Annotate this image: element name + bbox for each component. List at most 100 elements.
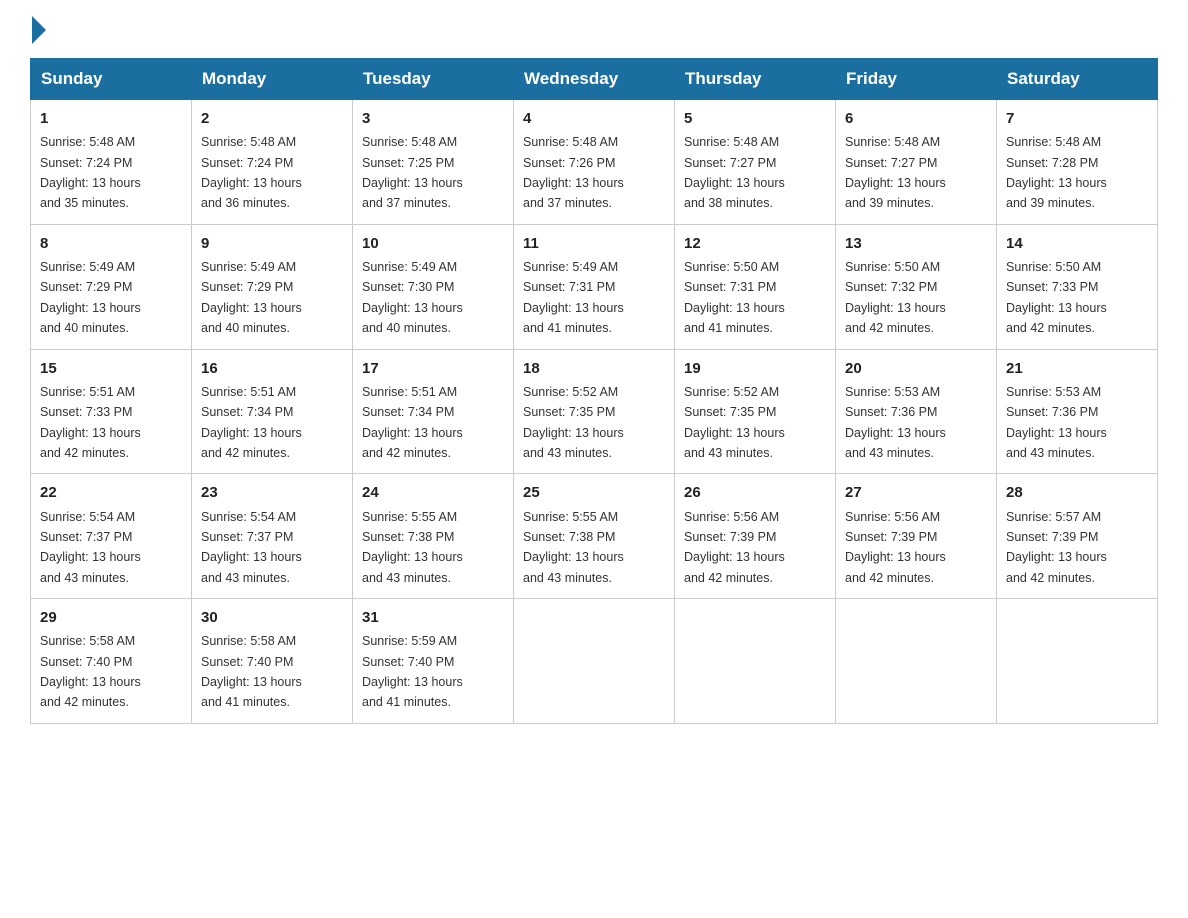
day-number: 31	[362, 606, 504, 629]
day-info: Sunrise: 5:50 AMSunset: 7:33 PMDaylight:…	[1006, 260, 1107, 335]
calendar-table: SundayMondayTuesdayWednesdayThursdayFrid…	[30, 58, 1158, 724]
day-info: Sunrise: 5:50 AMSunset: 7:31 PMDaylight:…	[684, 260, 785, 335]
day-number: 21	[1006, 357, 1148, 380]
day-info: Sunrise: 5:57 AMSunset: 7:39 PMDaylight:…	[1006, 510, 1107, 585]
day-info: Sunrise: 5:56 AMSunset: 7:39 PMDaylight:…	[684, 510, 785, 585]
day-info: Sunrise: 5:51 AMSunset: 7:33 PMDaylight:…	[40, 385, 141, 460]
calendar-cell: 24 Sunrise: 5:55 AMSunset: 7:38 PMDayligh…	[353, 474, 514, 599]
day-number: 16	[201, 357, 343, 380]
page-header	[30, 20, 1158, 40]
day-info: Sunrise: 5:48 AMSunset: 7:24 PMDaylight:…	[40, 135, 141, 210]
day-number: 4	[523, 107, 665, 130]
day-number: 3	[362, 107, 504, 130]
calendar-cell: 6Sunrise: 5:48 AMSunset: 7:27 PMDaylight…	[836, 100, 997, 225]
day-info: Sunrise: 5:58 AMSunset: 7:40 PMDaylight:…	[201, 634, 302, 709]
header-wednesday: Wednesday	[514, 59, 675, 100]
day-info: Sunrise: 5:55 AMSunset: 7:38 PMDaylight:…	[523, 510, 624, 585]
calendar-cell: 31 Sunrise: 5:59 AMSunset: 7:40 PMDayligh…	[353, 599, 514, 724]
calendar-cell: 20 Sunrise: 5:53 AMSunset: 7:36 PMDayligh…	[836, 349, 997, 474]
calendar-cell: 11 Sunrise: 5:49 AMSunset: 7:31 PMDayligh…	[514, 224, 675, 349]
header-thursday: Thursday	[675, 59, 836, 100]
calendar-cell: 25 Sunrise: 5:55 AMSunset: 7:38 PMDayligh…	[514, 474, 675, 599]
day-info: Sunrise: 5:49 AMSunset: 7:29 PMDaylight:…	[40, 260, 141, 335]
day-number: 18	[523, 357, 665, 380]
calendar-cell	[514, 599, 675, 724]
day-info: Sunrise: 5:49 AMSunset: 7:31 PMDaylight:…	[523, 260, 624, 335]
day-info: Sunrise: 5:55 AMSunset: 7:38 PMDaylight:…	[362, 510, 463, 585]
day-number: 11	[523, 232, 665, 255]
day-number: 20	[845, 357, 987, 380]
calendar-cell	[997, 599, 1158, 724]
calendar-cell: 5 Sunrise: 5:48 AMSunset: 7:27 PMDaylight…	[675, 100, 836, 225]
calendar-cell: 14 Sunrise: 5:50 AMSunset: 7:33 PMDayligh…	[997, 224, 1158, 349]
header-saturday: Saturday	[997, 59, 1158, 100]
logo	[30, 20, 46, 40]
day-info: Sunrise: 5:48 AMSunset: 7:28 PMDaylight:…	[1006, 135, 1107, 210]
day-number: 27	[845, 481, 987, 504]
day-info: Sunrise: 5:52 AMSunset: 7:35 PMDaylight:…	[684, 385, 785, 460]
day-info: Sunrise: 5:48 AMSunset: 7:24 PMDaylight:…	[201, 135, 302, 210]
calendar-cell: 10 Sunrise: 5:49 AMSunset: 7:30 PMDayligh…	[353, 224, 514, 349]
calendar-cell: 28 Sunrise: 5:57 AMSunset: 7:39 PMDayligh…	[997, 474, 1158, 599]
day-number: 19	[684, 357, 826, 380]
header-friday: Friday	[836, 59, 997, 100]
calendar-cell: 3 Sunrise: 5:48 AMSunset: 7:25 PMDaylight…	[353, 100, 514, 225]
calendar-cell: 16Sunrise: 5:51 AMSunset: 7:34 PMDayligh…	[192, 349, 353, 474]
day-number: 1	[40, 107, 182, 130]
day-info: Sunrise: 5:52 AMSunset: 7:35 PMDaylight:…	[523, 385, 624, 460]
calendar-week-row: 8 Sunrise: 5:49 AMSunset: 7:29 PMDaylight…	[31, 224, 1158, 349]
calendar-cell: 21 Sunrise: 5:53 AMSunset: 7:36 PMDayligh…	[997, 349, 1158, 474]
calendar-cell: 22 Sunrise: 5:54 AMSunset: 7:37 PMDayligh…	[31, 474, 192, 599]
day-number: 8	[40, 232, 182, 255]
calendar-cell: 26 Sunrise: 5:56 AMSunset: 7:39 PMDayligh…	[675, 474, 836, 599]
day-number: 26	[684, 481, 826, 504]
day-number: 28	[1006, 481, 1148, 504]
day-number: 23	[201, 481, 343, 504]
day-number: 13	[845, 232, 987, 255]
calendar-cell: 30 Sunrise: 5:58 AMSunset: 7:40 PMDayligh…	[192, 599, 353, 724]
day-number: 6	[845, 107, 987, 130]
day-number: 29	[40, 606, 182, 629]
day-info: Sunrise: 5:54 AMSunset: 7:37 PMDaylight:…	[40, 510, 141, 585]
calendar-cell: 9 Sunrise: 5:49 AMSunset: 7:29 PMDaylight…	[192, 224, 353, 349]
calendar-cell: 18 Sunrise: 5:52 AMSunset: 7:35 PMDayligh…	[514, 349, 675, 474]
day-number: 24	[362, 481, 504, 504]
header-tuesday: Tuesday	[353, 59, 514, 100]
day-number: 30	[201, 606, 343, 629]
day-number: 2	[201, 107, 343, 130]
calendar-cell: 4 Sunrise: 5:48 AMSunset: 7:26 PMDaylight…	[514, 100, 675, 225]
day-info: Sunrise: 5:49 AMSunset: 7:30 PMDaylight:…	[362, 260, 463, 335]
day-number: 7	[1006, 107, 1148, 130]
day-info: Sunrise: 5:58 AMSunset: 7:40 PMDaylight:…	[40, 634, 141, 709]
day-number: 17	[362, 357, 504, 380]
day-number: 25	[523, 481, 665, 504]
day-info: Sunrise: 5:56 AMSunset: 7:39 PMDaylight:…	[845, 510, 946, 585]
day-number: 10	[362, 232, 504, 255]
day-number: 22	[40, 481, 182, 504]
calendar-cell: 2 Sunrise: 5:48 AMSunset: 7:24 PMDaylight…	[192, 100, 353, 225]
calendar-cell: 17Sunrise: 5:51 AMSunset: 7:34 PMDayligh…	[353, 349, 514, 474]
day-number: 5	[684, 107, 826, 130]
day-number: 14	[1006, 232, 1148, 255]
header-sunday: Sunday	[31, 59, 192, 100]
calendar-week-row: 29 Sunrise: 5:58 AMSunset: 7:40 PMDayligh…	[31, 599, 1158, 724]
day-info: Sunrise: 5:49 AMSunset: 7:29 PMDaylight:…	[201, 260, 302, 335]
calendar-cell: 8 Sunrise: 5:49 AMSunset: 7:29 PMDaylight…	[31, 224, 192, 349]
day-info: Sunrise: 5:59 AMSunset: 7:40 PMDaylight:…	[362, 634, 463, 709]
calendar-cell: 13Sunrise: 5:50 AMSunset: 7:32 PMDayligh…	[836, 224, 997, 349]
calendar-week-row: 22 Sunrise: 5:54 AMSunset: 7:37 PMDayligh…	[31, 474, 1158, 599]
day-info: Sunrise: 5:53 AMSunset: 7:36 PMDaylight:…	[845, 385, 946, 460]
calendar-cell: 23 Sunrise: 5:54 AMSunset: 7:37 PMDayligh…	[192, 474, 353, 599]
day-info: Sunrise: 5:54 AMSunset: 7:37 PMDaylight:…	[201, 510, 302, 585]
logo-triangle-icon	[32, 16, 46, 44]
day-info: Sunrise: 5:48 AMSunset: 7:25 PMDaylight:…	[362, 135, 463, 210]
calendar-cell: 12Sunrise: 5:50 AMSunset: 7:31 PMDayligh…	[675, 224, 836, 349]
calendar-cell	[836, 599, 997, 724]
header-monday: Monday	[192, 59, 353, 100]
day-info: Sunrise: 5:53 AMSunset: 7:36 PMDaylight:…	[1006, 385, 1107, 460]
day-info: Sunrise: 5:48 AMSunset: 7:27 PMDaylight:…	[684, 135, 785, 210]
day-number: 9	[201, 232, 343, 255]
day-info: Sunrise: 5:48 AMSunset: 7:26 PMDaylight:…	[523, 135, 624, 210]
calendar-week-row: 1 Sunrise: 5:48 AMSunset: 7:24 PMDaylight…	[31, 100, 1158, 225]
calendar-cell: 19 Sunrise: 5:52 AMSunset: 7:35 PMDayligh…	[675, 349, 836, 474]
